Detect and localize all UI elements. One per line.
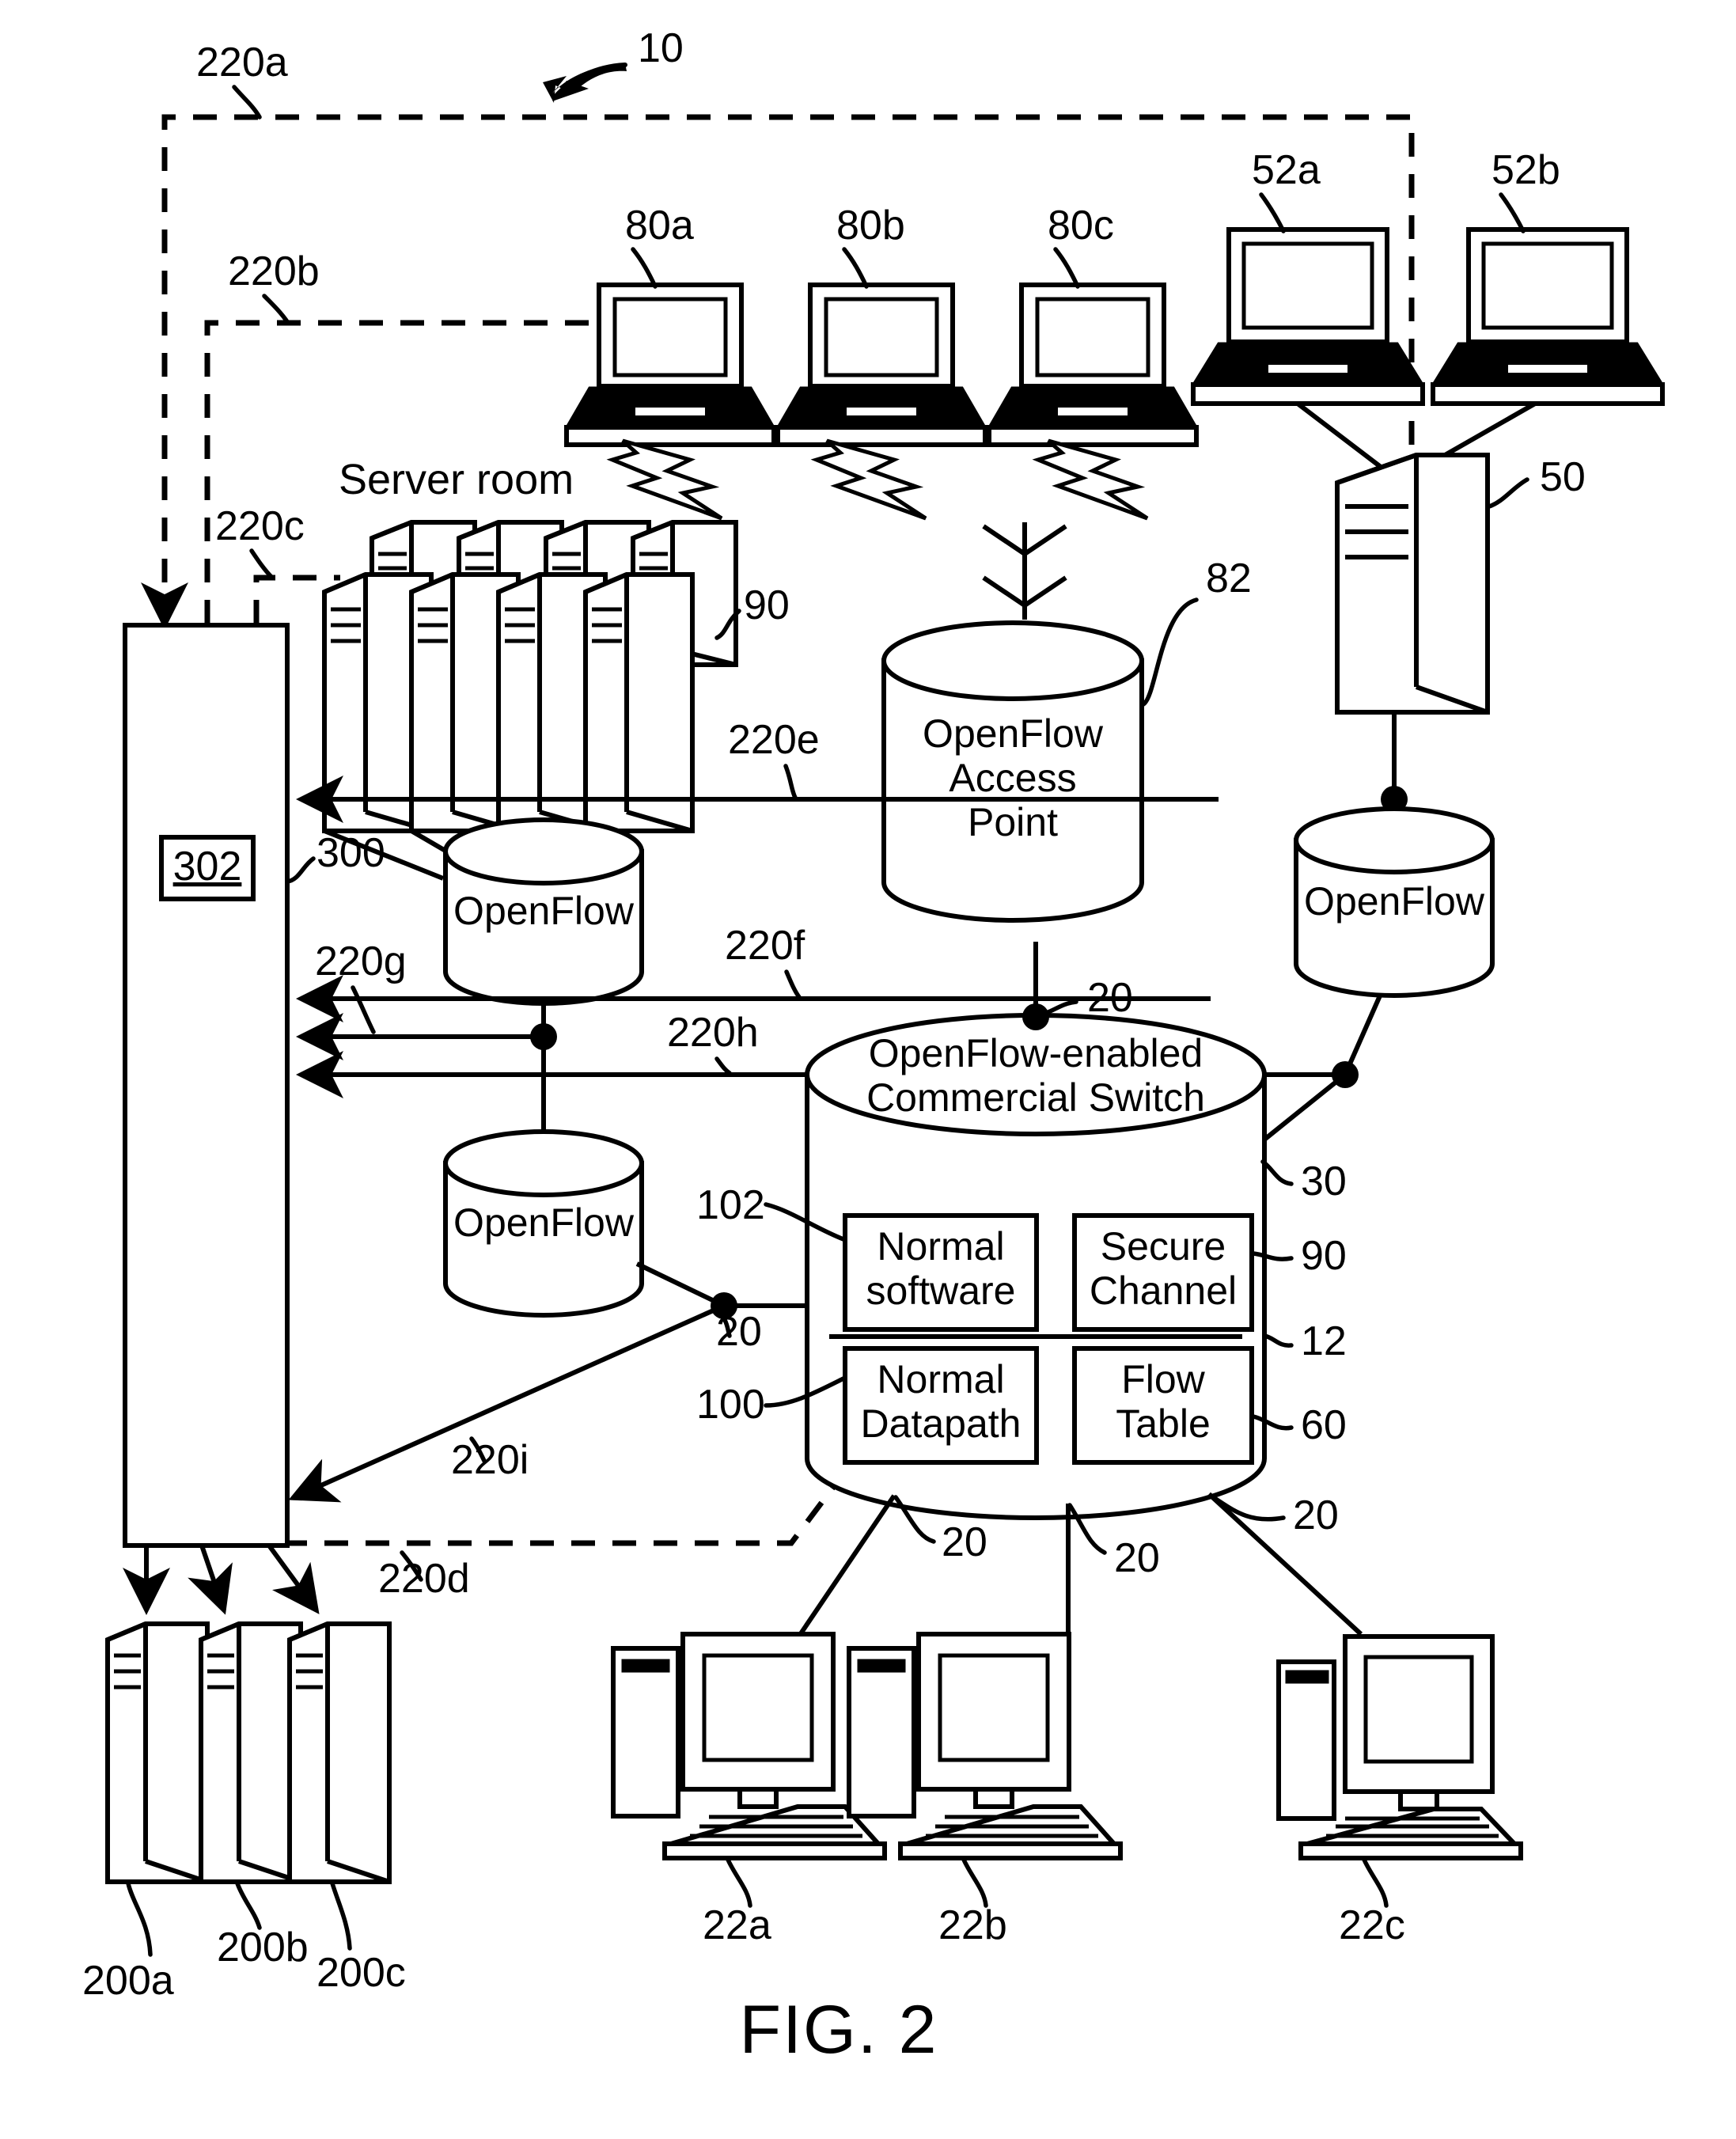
ref-80a: 80a	[625, 203, 694, 248]
ref-80c: 80c	[1048, 203, 1114, 248]
switch-block-flow-table[interactable]: Flow Table	[1072, 1346, 1254, 1465]
ref-90-racks: 90	[744, 582, 790, 628]
ref-80b: 80b	[836, 203, 905, 248]
normal-software-label-line1: Normal	[877, 1224, 1004, 1269]
ref-200a: 200a	[82, 1958, 174, 2004]
ref-220c: 220c	[215, 503, 305, 549]
ref-200c: 200c	[316, 1950, 406, 1996]
openflow-cylinder-lower-left-label: OpenFlow	[453, 1200, 635, 1245]
openflow-cylinder-upper-left-label: OpenFlow	[453, 889, 635, 933]
normal-datapath-label-line2: Datapath	[861, 1401, 1022, 1446]
flow-table-label-line1: Flow	[1121, 1357, 1205, 1401]
ref-220b: 220b	[228, 248, 320, 294]
openflow-cylinder-right[interactable]: OpenFlow	[1294, 806, 1495, 998]
ref-100: 100	[696, 1382, 765, 1428]
laptop-52b[interactable]	[1431, 227, 1665, 406]
ref-12: 12	[1301, 1318, 1347, 1364]
switch-block-secure-channel[interactable]: Secure Channel	[1072, 1213, 1254, 1332]
server-200a[interactable]	[105, 1621, 210, 1884]
desktop-22a-tower	[611, 1646, 680, 1819]
ref-220g: 220g	[315, 939, 407, 984]
ref-22a: 22a	[703, 1902, 771, 1948]
normal-software-label-line2: software	[866, 1269, 1016, 1313]
ref-50: 50	[1540, 454, 1586, 500]
ref-20-left: 20	[716, 1309, 762, 1355]
laptop-80c[interactable]	[987, 283, 1199, 447]
server-room-label: Server room	[339, 456, 574, 503]
switch-block-normal-datapath[interactable]: Normal Datapath	[843, 1346, 1039, 1465]
switch-label-line2: Commercial Switch	[866, 1075, 1205, 1120]
desktop-22c-tower	[1276, 1659, 1336, 1821]
switch-block-normal-software[interactable]: Normal software	[843, 1213, 1039, 1332]
ref-52b: 52b	[1492, 147, 1560, 193]
ref-22b: 22b	[938, 1902, 1007, 1948]
server-200c[interactable]	[287, 1621, 392, 1884]
ref-52a: 52a	[1252, 147, 1321, 193]
ref-82: 82	[1206, 556, 1252, 601]
server-rack-group-90	[322, 520, 738, 833]
laptop-80a[interactable]	[564, 283, 776, 447]
server-50[interactable]	[1335, 453, 1490, 715]
patent-figure-2: 302 300 80a 80b 80c 52a 52b 50 Server ro…	[0, 0, 1736, 2139]
ref-60: 60	[1301, 1402, 1347, 1448]
ref-20-22c: 20	[1293, 1492, 1339, 1538]
desktop-22b-tower	[847, 1646, 916, 1819]
openflow-access-point-label-line1: OpenFlow	[923, 711, 1104, 756]
ref-220i: 220i	[451, 1437, 529, 1483]
ref-10: 10	[638, 25, 684, 71]
server-rack-front-4	[583, 572, 695, 833]
figure-caption: FIG. 2	[740, 1992, 938, 2068]
server-200b[interactable]	[199, 1621, 303, 1884]
ref-220h: 220h	[667, 1010, 759, 1056]
secure-channel-label-line2: Channel	[1090, 1269, 1237, 1313]
openflow-access-point-82[interactable]: OpenFlow Access Point	[881, 620, 1144, 923]
junction-dot-20-top	[1022, 1003, 1049, 1030]
openflow-access-point-label-line2: Access	[949, 756, 1076, 800]
ref-220a: 220a	[196, 40, 288, 85]
openflow-commercial-switch[interactable]: OpenFlow-enabled Commercial Switch Norma…	[805, 1013, 1267, 1520]
openflow-cylinder-upper-left[interactable]: OpenFlow	[443, 817, 644, 1006]
secure-channel-label-line1: Secure	[1101, 1224, 1226, 1269]
ref-20-22b: 20	[1114, 1535, 1160, 1581]
laptop-52a[interactable]	[1191, 227, 1425, 406]
ref-22c: 22c	[1339, 1902, 1405, 1948]
ref-220f: 220f	[725, 923, 805, 969]
ref-30: 30	[1301, 1159, 1347, 1204]
ref-102: 102	[696, 1182, 765, 1228]
ref-200b: 200b	[217, 1925, 309, 1970]
normal-datapath-label-line1: Normal	[877, 1357, 1004, 1401]
switch-label-line1: OpenFlow-enabled	[869, 1031, 1203, 1075]
ref-220e: 220e	[728, 717, 820, 763]
openflow-cylinder-right-label: OpenFlow	[1304, 879, 1485, 923]
laptop-80b[interactable]	[775, 283, 987, 447]
openflow-access-point-label-line3: Point	[968, 800, 1058, 844]
ref-220d: 220d	[378, 1556, 470, 1602]
controller-300[interactable]: 302	[123, 623, 290, 1548]
flow-table-label-line2: Table	[1116, 1401, 1211, 1446]
openflow-cylinder-lower-left[interactable]: OpenFlow	[443, 1129, 644, 1318]
ref-90-channel: 90	[1301, 1233, 1347, 1279]
ref-20-top: 20	[1087, 975, 1133, 1021]
controller-module-302-label: 302	[173, 844, 242, 889]
ref-20-22a: 20	[942, 1519, 987, 1565]
